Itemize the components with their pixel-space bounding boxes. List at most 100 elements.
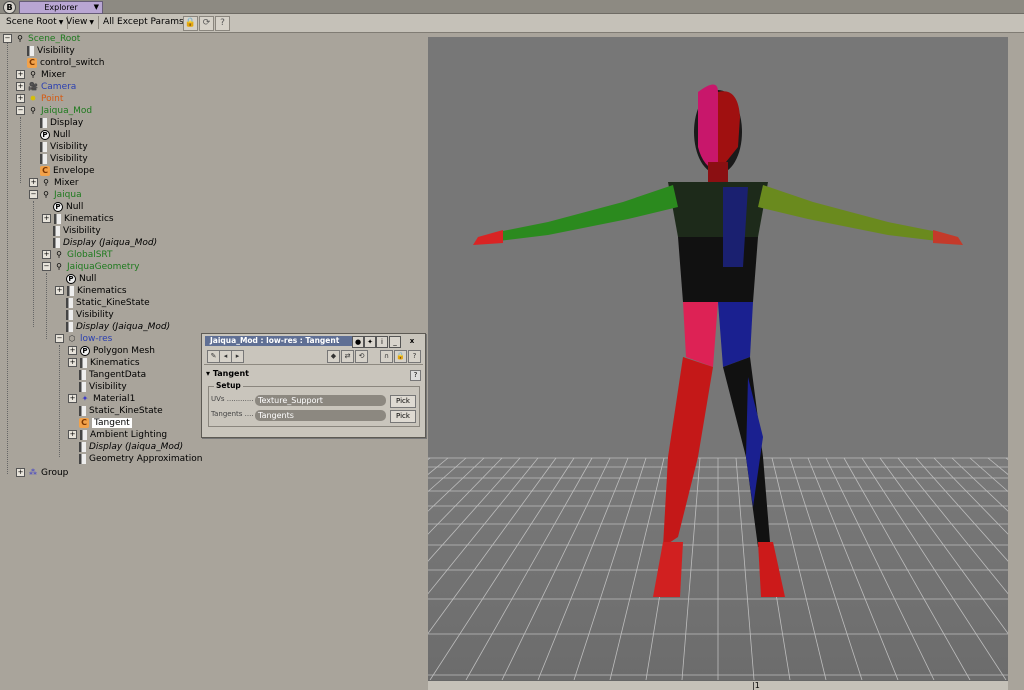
tree-node-camera[interactable]: + 🎥 Camera: [16, 81, 76, 93]
preset-icon[interactable]: ✦: [364, 336, 376, 348]
tree-node-null[interactable]: P Null: [66, 273, 96, 285]
tree-node-display-jaiqua-mod[interactable]: Display (Jaiqua_Mod): [79, 441, 183, 453]
minimize-icon[interactable]: _: [389, 336, 401, 348]
node-label: Tangent: [92, 418, 132, 428]
node-label: JaiquaGeometry: [67, 262, 140, 272]
tangents-pick-button[interactable]: Pick: [390, 410, 416, 423]
tree-node-visibility[interactable]: Visibility: [66, 309, 114, 321]
lock-icon[interactable]: 🔒: [183, 16, 198, 31]
tree-node-visibility[interactable]: Visibility: [27, 45, 75, 57]
expand-icon[interactable]: +: [42, 250, 51, 259]
dropdown-arrow-icon: ▼: [93, 3, 99, 11]
tangents-field[interactable]: Tangents: [255, 410, 386, 421]
tree-node-group[interactable]: + ⁂ Group: [16, 467, 68, 479]
expand-icon[interactable]: +: [42, 214, 51, 223]
tree-node-null[interactable]: P Null: [40, 129, 70, 141]
help-icon[interactable]: ?: [215, 16, 230, 31]
node-label: Envelope: [53, 166, 95, 176]
tree-node-jaiqua[interactable]: − ⚲ Jaiqua: [29, 189, 82, 201]
param-icon: [53, 225, 60, 236]
group-label: Setup: [214, 381, 243, 390]
collapse-icon[interactable]: −: [42, 262, 51, 271]
magnet-icon[interactable]: ∩: [380, 350, 393, 363]
tree-node-material1[interactable]: + ✦ Material1: [68, 393, 135, 405]
node-label: Static_KineState: [89, 406, 163, 416]
tree-node-tangent[interactable]: C Tangent: [79, 417, 132, 429]
tree-node-envelope[interactable]: C Envelope: [40, 165, 95, 177]
tree-node-polygon-mesh[interactable]: + P Polygon Mesh: [68, 345, 155, 357]
view-dropdown[interactable]: View ▼: [62, 16, 99, 29]
expand-icon[interactable]: +: [16, 468, 25, 477]
expand-icon[interactable]: +: [16, 70, 25, 79]
figure-icon: ⚲: [43, 177, 49, 187]
tree-node-mixer[interactable]: + ⚲ Mixer: [29, 177, 79, 189]
next-arrow-icon[interactable]: ▸: [231, 350, 244, 363]
expand-icon[interactable]: +: [68, 430, 77, 439]
explorer-tab[interactable]: Explorer ▼: [19, 1, 103, 14]
tree-node-low-res[interactable]: − ⬡ low-res: [55, 333, 112, 345]
tangents-label-text: Tangents: [211, 410, 243, 418]
app-logo-icon[interactable]: B: [3, 1, 16, 14]
param-icon: [54, 213, 61, 224]
tree-node-kinematics[interactable]: + Kinematics: [42, 213, 114, 225]
expand-icon[interactable]: +: [16, 94, 25, 103]
tree-node-null[interactable]: P Null: [53, 201, 83, 213]
tree-node-control-switch[interactable]: Ccontrol_switch: [27, 57, 104, 69]
collapse-icon[interactable]: −: [16, 106, 25, 115]
param-icon: [66, 297, 73, 308]
tree-node-scene-root[interactable]: − ⚲ Scene_Root: [3, 33, 80, 45]
expand-icon[interactable]: +: [68, 358, 77, 367]
tree-node-globalsrt[interactable]: + ⚲ GlobalSRT: [42, 249, 113, 261]
tree-node-display-jaiqua-mod[interactable]: Display (Jaiqua_Mod): [66, 321, 170, 333]
tree-node-static-kinestate[interactable]: Static_KineState: [79, 405, 163, 417]
tree-node-ambient-lighting[interactable]: + Ambient Lighting: [68, 429, 167, 441]
node-label: TangentData: [89, 370, 147, 380]
collapse-icon[interactable]: −: [3, 34, 12, 43]
uvs-field[interactable]: Texture_Support: [255, 395, 386, 406]
tree-node-display[interactable]: Display: [40, 117, 83, 129]
close-icon[interactable]: x: [407, 336, 417, 346]
figure-icon: ⚲: [30, 105, 36, 115]
tree-node-display-jaiqua-mod[interactable]: Display (Jaiqua_Mod): [53, 237, 157, 249]
tree-node-kinematics[interactable]: + Kinematics: [55, 285, 127, 297]
tree-node-static-kinestate[interactable]: Static_KineState: [66, 297, 150, 309]
tree-node-jaiqua-mod[interactable]: − ⚲ Jaiqua_Mod: [16, 105, 92, 117]
help-icon[interactable]: ?: [410, 370, 421, 381]
collapse-icon[interactable]: −: [55, 334, 64, 343]
expand-icon[interactable]: +: [68, 346, 77, 355]
filter-label: All Except Params: [103, 17, 184, 27]
expand-icon[interactable]: +: [68, 394, 77, 403]
filter-dropdown[interactable]: All Except Params▼: [99, 16, 196, 29]
info-icon[interactable]: i: [376, 336, 388, 348]
tangent-property-panel[interactable]: Jaiqua_Mod : low-res : Tangent ● ✦ i _ x…: [201, 333, 426, 438]
tree-node-mixer[interactable]: + ⚲ Mixer: [16, 69, 66, 81]
collapse-icon[interactable]: −: [29, 190, 38, 199]
3d-viewport[interactable]: [428, 37, 1008, 680]
expand-icon[interactable]: +: [16, 82, 25, 91]
uvs-label: UVs ............: [211, 395, 254, 403]
section-header[interactable]: ▾ Tangent: [206, 369, 249, 378]
tree-node-geometry-approximation[interactable]: Geometry Approximation: [79, 453, 202, 465]
uvs-pick-button[interactable]: Pick: [390, 395, 416, 408]
refresh-icon[interactable]: ⟳: [199, 16, 214, 31]
tree-node-visibility[interactable]: Visibility: [79, 381, 127, 393]
tree-node-tangentdata[interactable]: TangentData: [79, 369, 146, 381]
tree-node-visibility[interactable]: Visibility: [53, 225, 101, 237]
panel-title: Jaiqua_Mod : low-res : Tangent: [205, 336, 353, 346]
help-icon[interactable]: ?: [408, 350, 421, 363]
revert-icon[interactable]: ⟲: [355, 350, 368, 363]
node-label: Jaiqua_Mod: [41, 106, 93, 116]
tree-node-visibility[interactable]: Visibility: [40, 153, 88, 165]
lock-icon[interactable]: 🔒: [394, 350, 407, 363]
minimize-all-icon[interactable]: ●: [352, 336, 364, 348]
tree-node-jaiqua-geometry[interactable]: − ⚲ JaiquaGeometry: [42, 261, 139, 273]
expand-icon[interactable]: +: [29, 178, 38, 187]
keyframe-icon[interactable]: ◆: [327, 350, 340, 363]
scene-root-dropdown[interactable]: Scene Root ▼: [2, 16, 69, 29]
tree-node-visibility[interactable]: Visibility: [40, 141, 88, 153]
tree-node-kinematics[interactable]: + Kinematics: [68, 357, 140, 369]
link-icon[interactable]: ⇄: [341, 350, 354, 363]
node-label: Display (Jaiqua_Mod): [89, 442, 184, 452]
tree-node-point[interactable]: + ✸ Point: [16, 93, 63, 105]
expand-icon[interactable]: +: [55, 286, 64, 295]
